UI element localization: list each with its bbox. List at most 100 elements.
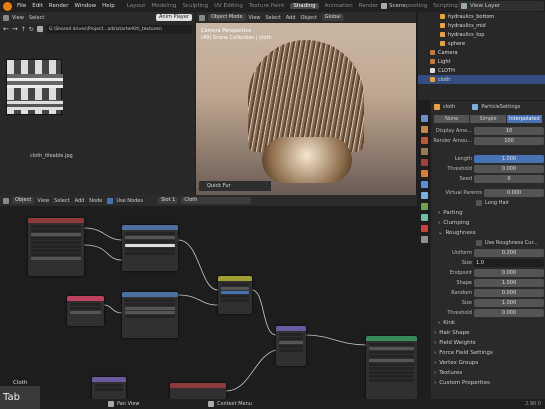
menu-help[interactable]: Help bbox=[102, 3, 115, 9]
workspace-tab-layout[interactable]: Layout bbox=[127, 3, 146, 9]
back-arrow-icon[interactable]: ← bbox=[3, 25, 9, 33]
folder-icon[interactable] bbox=[36, 26, 43, 32]
kink-section[interactable]: › Kink bbox=[432, 318, 544, 328]
menu-render[interactable]: Render bbox=[49, 3, 69, 9]
editor-type-icon[interactable] bbox=[3, 14, 9, 21]
scene-selector[interactable]: Scene bbox=[378, 0, 406, 12]
texture-coordinate-node[interactable] bbox=[28, 218, 84, 276]
use-roughness-curve-row[interactable]: Use Roughness Cur... bbox=[432, 238, 544, 248]
menu-view[interactable]: View bbox=[249, 15, 261, 21]
field-weights-section[interactable]: › Field Weights bbox=[432, 338, 544, 348]
workspace-tab-sculpting[interactable]: Sculpting bbox=[182, 3, 208, 9]
textures-section[interactable]: › Textures bbox=[432, 368, 544, 378]
outliner-item[interactable]: sphere bbox=[418, 39, 545, 48]
force-field-settings-section[interactable]: › Force Field Settings bbox=[432, 348, 544, 358]
workspace-tab-modeling[interactable]: Modeling bbox=[151, 3, 176, 9]
forward-arrow-icon[interactable]: → bbox=[12, 25, 18, 33]
menu-window[interactable]: Window bbox=[74, 3, 96, 9]
long-hair-row[interactable]: Long Hair bbox=[432, 198, 544, 208]
outliner[interactable]: hydraulics_bottom hydraulics_mid hydraul… bbox=[418, 12, 545, 100]
workspace-tab-uv-editing[interactable]: UV Editing bbox=[214, 3, 243, 9]
outliner-item[interactable]: hydraulics_bottom bbox=[418, 12, 545, 21]
input-node[interactable] bbox=[67, 296, 104, 326]
world-tab-icon[interactable] bbox=[421, 159, 428, 166]
outliner-item[interactable]: CLOTH bbox=[418, 66, 545, 75]
material-tab-icon[interactable] bbox=[421, 225, 428, 232]
shader-node-editor[interactable]: Object View Select Add Node Use Nodes Sl… bbox=[0, 195, 417, 399]
outliner-item[interactable]: hydraulics_top bbox=[418, 30, 545, 39]
outliner-item[interactable]: hydraulics_mid bbox=[418, 21, 545, 30]
menu-select[interactable]: Select bbox=[265, 15, 280, 21]
outliner-item[interactable]: Light bbox=[418, 57, 545, 66]
vector-node[interactable] bbox=[92, 377, 126, 399]
particles-tab-icon[interactable] bbox=[421, 192, 428, 199]
up-arrow-icon[interactable]: ↑ bbox=[21, 26, 26, 33]
view-layer-selector[interactable]: View Layer bbox=[458, 1, 544, 11]
object-tab-icon[interactable] bbox=[421, 170, 428, 177]
blender-logo-icon[interactable] bbox=[3, 1, 12, 11]
physics-tab-icon[interactable] bbox=[421, 203, 428, 210]
render-amount-field[interactable]: 100 bbox=[474, 137, 544, 145]
anim-player-button[interactable]: Anim Player bbox=[156, 14, 192, 21]
size-field-editing[interactable]: 1.0 bbox=[474, 259, 544, 267]
shape-field[interactable]: 1.000 bbox=[474, 279, 544, 287]
display-amount-field[interactable]: 10 bbox=[474, 127, 544, 135]
properties-editor[interactable]: cloth ParticleSettings None Simple Inter… bbox=[418, 101, 545, 409]
seed-field[interactable]: 0 bbox=[474, 175, 544, 183]
menu-select[interactable]: Select bbox=[29, 15, 44, 21]
output-node[interactable] bbox=[170, 383, 226, 399]
menu-object[interactable]: Object bbox=[301, 15, 317, 21]
outliner-item-selected[interactable]: cloth bbox=[418, 75, 545, 84]
scene-tab-icon[interactable] bbox=[421, 148, 428, 155]
texture-thumbnail[interactable] bbox=[6, 59, 63, 115]
child-simple-tab[interactable]: Simple bbox=[470, 115, 506, 123]
hair-shape-section[interactable]: › Hair Shape bbox=[432, 328, 544, 338]
path-field[interactable]: G:\Shared drives\Project...ads\starterKi… bbox=[45, 24, 192, 34]
endpoint-field[interactable]: 0.000 bbox=[474, 269, 544, 277]
editor-type-icon[interactable] bbox=[199, 14, 205, 21]
principled-bsdf-node[interactable] bbox=[366, 336, 417, 399]
vertex-groups-section[interactable]: › Vertex Groups bbox=[432, 358, 544, 368]
data-tab-icon[interactable] bbox=[421, 214, 428, 221]
child-none-tab[interactable]: None bbox=[434, 115, 470, 123]
workspace-tab-animation[interactable]: Animation bbox=[325, 3, 353, 9]
length-field[interactable]: 1.000 bbox=[474, 155, 544, 163]
random-threshold-field[interactable]: 0.000 bbox=[474, 309, 544, 317]
particle-settings-name[interactable]: ParticleSettings bbox=[481, 104, 520, 110]
roughness-section[interactable]: ⌄ Roughness bbox=[432, 228, 544, 238]
menu-view[interactable]: View bbox=[12, 15, 24, 21]
clumping-section[interactable]: › Clumping bbox=[432, 218, 544, 228]
3d-viewport[interactable]: Object Mode View Select Add Object Globa… bbox=[196, 12, 416, 195]
object-name[interactable]: cloth bbox=[443, 104, 455, 110]
tool-tab-icon[interactable] bbox=[421, 115, 428, 122]
image-editor[interactable]: View Select Anim Player ← → ↑ ↻ G:\Share… bbox=[0, 12, 195, 195]
workspace-tab-shading[interactable]: Shading bbox=[290, 3, 319, 9]
custom-properties-section[interactable]: › Custom Properties bbox=[432, 378, 544, 388]
menu-file[interactable]: File bbox=[17, 3, 26, 9]
hydraulics-mesh[interactable] bbox=[262, 137, 352, 183]
texture-node[interactable] bbox=[122, 292, 178, 338]
workspace-tab-texture-paint[interactable]: Texture Paint bbox=[249, 3, 285, 9]
orientation-dropdown[interactable]: Global bbox=[321, 14, 344, 21]
use-roughness-curve-checkbox[interactable] bbox=[476, 240, 482, 246]
threshold-field[interactable]: 0.000 bbox=[474, 165, 544, 173]
long-hair-checkbox[interactable] bbox=[476, 200, 482, 206]
modifier-tab-icon[interactable] bbox=[421, 181, 428, 188]
uniform-field[interactable]: 0.200 bbox=[474, 249, 544, 257]
random-size-field[interactable]: 1.000 bbox=[474, 299, 544, 307]
texture-tab-icon[interactable] bbox=[421, 236, 428, 243]
mix-node[interactable] bbox=[218, 276, 252, 314]
image-texture-node[interactable] bbox=[122, 225, 178, 271]
menu-edit[interactable]: Edit bbox=[32, 3, 43, 9]
child-interpolated-tab[interactable]: Interpolated bbox=[506, 115, 542, 123]
fur-mesh[interactable] bbox=[248, 40, 364, 152]
virtual-parents-field[interactable]: 0.000 bbox=[484, 189, 544, 197]
menu-add[interactable]: Add bbox=[286, 15, 296, 21]
render-tab-icon[interactable] bbox=[421, 126, 428, 133]
mode-dropdown[interactable]: Object Mode bbox=[208, 14, 246, 21]
outliner-item[interactable]: Camera bbox=[418, 48, 545, 57]
output-tab-icon[interactable] bbox=[421, 137, 428, 144]
parting-section[interactable]: › Parting bbox=[432, 208, 544, 218]
quick-fur-panel[interactable]: Quick Fur bbox=[199, 181, 271, 191]
refresh-icon[interactable]: ↻ bbox=[29, 26, 34, 33]
